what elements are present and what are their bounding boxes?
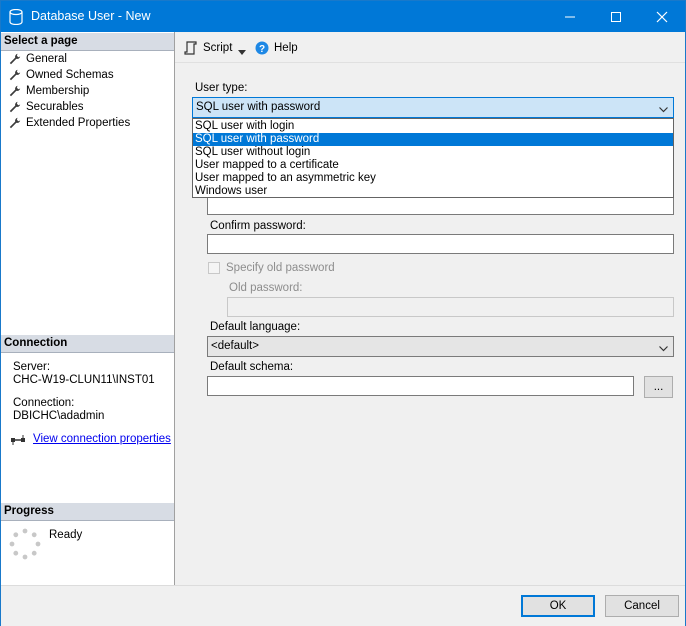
chevron-down-icon [659, 343, 668, 355]
select-page-header: Select a page [1, 33, 174, 51]
wrench-icon [9, 53, 21, 70]
page-label: Securables [26, 101, 84, 113]
specify-old-password-checkbox[interactable] [208, 262, 220, 274]
maximize-button[interactable] [593, 1, 639, 32]
default-language-label: Default language: [210, 321, 301, 333]
user-type-label: User type: [195, 82, 248, 94]
progress-header: Progress [1, 503, 174, 521]
specify-old-password-label: Specify old password [226, 262, 335, 274]
left-pane: Select a page General Owned Schemas Memb… [1, 32, 175, 585]
user-type-option[interactable]: SQL user with login [193, 120, 673, 133]
database-icon [9, 8, 23, 28]
wrench-icon [9, 69, 21, 86]
wrench-icon [9, 85, 21, 102]
user-type-option[interactable]: User mapped to an asymmetric key [193, 172, 673, 185]
minimize-button[interactable] [547, 1, 593, 32]
help-icon[interactable]: ? [255, 41, 269, 58]
view-connection-properties-link[interactable]: View connection properties [33, 433, 171, 445]
wrench-icon [9, 101, 21, 118]
close-icon [656, 11, 668, 23]
connection-value: DBICHC\adadmin [13, 410, 105, 422]
browse-schema-button[interactable]: ... [644, 376, 673, 398]
page-label: Owned Schemas [26, 69, 114, 81]
connection-properties-icon [10, 434, 26, 449]
toolbar: Script ? Help [175, 32, 685, 63]
button-bar: OK Cancel [1, 585, 685, 626]
user-type-option[interactable]: User mapped to a certificate [193, 159, 673, 172]
close-button[interactable] [639, 1, 685, 32]
default-language-value: <default> [211, 340, 259, 352]
window-title: Database User - New [31, 9, 151, 23]
svg-text:?: ? [259, 44, 265, 55]
user-type-option-selected[interactable]: SQL user with password [193, 133, 673, 146]
script-dropdown-icon[interactable] [238, 46, 246, 58]
maximize-icon [611, 12, 621, 22]
title-bar[interactable]: Database User - New [1, 1, 685, 32]
user-type-select[interactable]: SQL user with password [192, 97, 674, 118]
user-type-value: SQL user with password [196, 101, 321, 113]
chevron-down-icon [659, 104, 668, 116]
progress-spinner-icon [9, 528, 41, 563]
old-password-label: Old password: [229, 282, 303, 294]
confirm-password-label: Confirm password: [210, 220, 306, 232]
server-value: CHC-W19-CLUN11\INST01 [13, 374, 155, 386]
connection-label: Connection: [13, 397, 75, 409]
ok-button[interactable]: OK [521, 595, 595, 617]
page-label: Membership [26, 85, 90, 97]
confirm-password-field[interactable] [207, 234, 674, 254]
dialog-window: Database User - New Select a page Genera… [0, 0, 686, 626]
script-button[interactable]: Script [203, 42, 232, 54]
user-type-option[interactable]: Windows user [193, 185, 673, 198]
page-label: General [26, 53, 67, 65]
user-type-option[interactable]: SQL user without login [193, 146, 673, 159]
help-button[interactable]: Help [274, 42, 298, 54]
wrench-icon [9, 117, 21, 134]
minimize-icon [565, 16, 575, 18]
cancel-button[interactable]: Cancel [605, 595, 679, 617]
default-schema-label: Default schema: [210, 361, 294, 373]
user-type-dropdown-list: SQL user with login SQL user with passwo… [192, 118, 674, 198]
progress-status: Ready [49, 529, 83, 541]
script-icon[interactable] [184, 41, 197, 58]
password-field[interactable] [207, 195, 674, 215]
connection-header: Connection [1, 335, 174, 353]
page-label: Extended Properties [26, 117, 131, 129]
old-password-field [227, 297, 674, 317]
server-label: Server: [13, 361, 51, 373]
default-schema-field[interactable] [207, 376, 634, 396]
default-language-select[interactable]: <default> [207, 336, 674, 357]
right-pane: Script ? Help User type: SQL user with p… [175, 32, 685, 585]
